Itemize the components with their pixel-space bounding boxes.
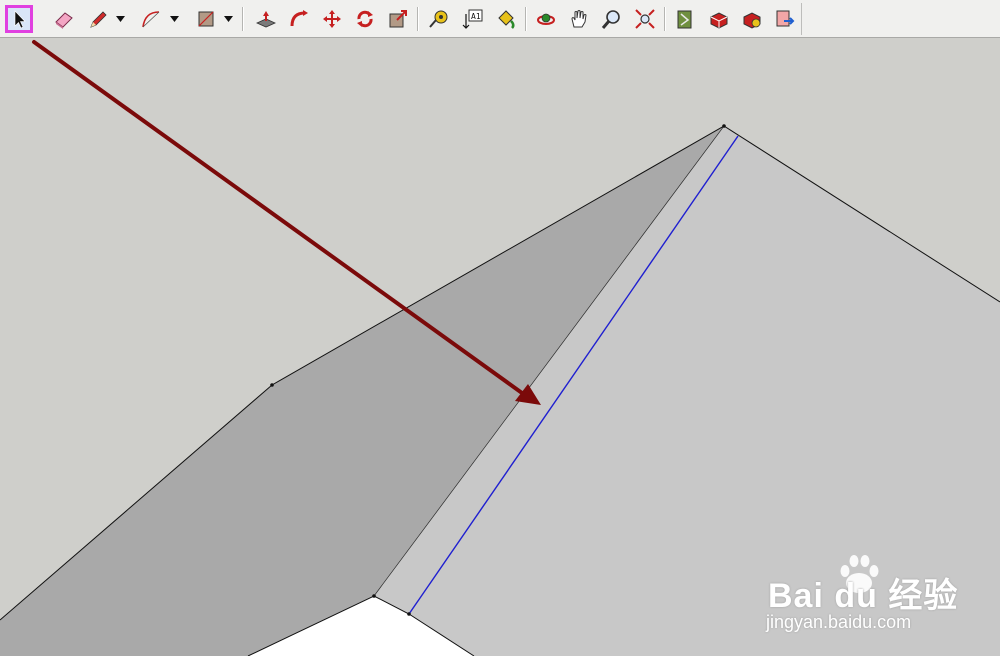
push-pull-tool-button[interactable] bbox=[252, 5, 280, 33]
arc-icon bbox=[142, 11, 160, 28]
select-tool-button[interactable] bbox=[5, 5, 33, 33]
toolbar-separator bbox=[242, 7, 244, 31]
toolbar-separator bbox=[525, 7, 527, 31]
pan-hand-icon bbox=[571, 10, 587, 28]
vertex-marker bbox=[270, 383, 274, 387]
push-pull-icon bbox=[256, 11, 276, 28]
zoom-tool-button[interactable] bbox=[598, 5, 626, 33]
pencil-icon bbox=[90, 11, 107, 28]
rotate-icon bbox=[357, 10, 373, 28]
text-tool-icon: A1 bbox=[462, 9, 483, 29]
watermark-brand: Bai du 经验 bbox=[768, 577, 959, 615]
rectangle-tool-button[interactable] bbox=[192, 5, 220, 33]
offset-tool-button[interactable] bbox=[384, 5, 412, 33]
orbit-tool-button[interactable] bbox=[532, 5, 560, 33]
text-tool-button[interactable]: A1 bbox=[458, 5, 486, 33]
offset-icon bbox=[389, 10, 407, 28]
share-component-button[interactable] bbox=[738, 5, 766, 33]
get-models-icon bbox=[710, 12, 728, 29]
text-tool-glyph: A1 bbox=[471, 12, 481, 21]
toolbar-separator bbox=[664, 7, 666, 31]
toolbar-end-divider bbox=[801, 3, 802, 35]
chevron-down-icon bbox=[116, 16, 125, 22]
rotate-tool-button[interactable] bbox=[351, 5, 379, 33]
chevron-down-icon bbox=[224, 16, 233, 22]
model-viewport[interactable]: Bai du 经验 jingyan.baidu.com bbox=[0, 38, 1000, 656]
vertex-marker bbox=[407, 612, 411, 616]
orbit-icon bbox=[537, 13, 555, 25]
move-tool-button[interactable] bbox=[318, 5, 346, 33]
tape-measure-icon bbox=[429, 10, 448, 28]
main-toolbar: A1 bbox=[0, 0, 1000, 38]
zoom-icon bbox=[601, 10, 620, 29]
get-models-button[interactable] bbox=[705, 5, 733, 33]
move-icon bbox=[323, 10, 341, 28]
eraser-tool-button[interactable] bbox=[50, 5, 78, 33]
zoom-extents-tool-button[interactable] bbox=[631, 5, 659, 33]
toolbar-separator bbox=[417, 7, 419, 31]
pan-tool-button[interactable] bbox=[565, 5, 593, 33]
send-to-layout-button[interactable] bbox=[771, 5, 799, 33]
follow-me-icon bbox=[290, 10, 308, 27]
paint-bucket-tool-button[interactable] bbox=[492, 5, 520, 33]
vertex-marker bbox=[372, 594, 376, 598]
rectangle-dropdown-button[interactable] bbox=[223, 11, 234, 27]
watermark-site: jingyan.baidu.com bbox=[766, 612, 912, 632]
rectangle-icon bbox=[198, 11, 214, 27]
zoom-extents-icon bbox=[635, 9, 655, 29]
chevron-down-icon bbox=[170, 16, 179, 22]
follow-me-tool-button[interactable] bbox=[285, 5, 313, 33]
vertex-marker bbox=[722, 124, 726, 128]
eraser-icon bbox=[55, 12, 73, 29]
pencil-tool-button[interactable] bbox=[84, 5, 112, 33]
pencil-dropdown-button[interactable] bbox=[115, 11, 126, 27]
baidu-watermark: Bai du 经验 jingyan.baidu.com bbox=[758, 548, 958, 638]
send-to-layout-icon bbox=[776, 10, 795, 27]
arc-tool-button[interactable] bbox=[137, 5, 165, 33]
arc-dropdown-button[interactable] bbox=[169, 11, 180, 27]
3d-warehouse-icon bbox=[677, 10, 692, 29]
tape-measure-tool-button[interactable] bbox=[425, 5, 453, 33]
paint-bucket-icon bbox=[498, 10, 515, 29]
select-arrow-icon bbox=[14, 10, 26, 29]
3d-warehouse-button[interactable] bbox=[671, 5, 699, 33]
share-component-icon bbox=[743, 12, 761, 29]
annotation-arrow-shaft bbox=[32, 40, 524, 395]
